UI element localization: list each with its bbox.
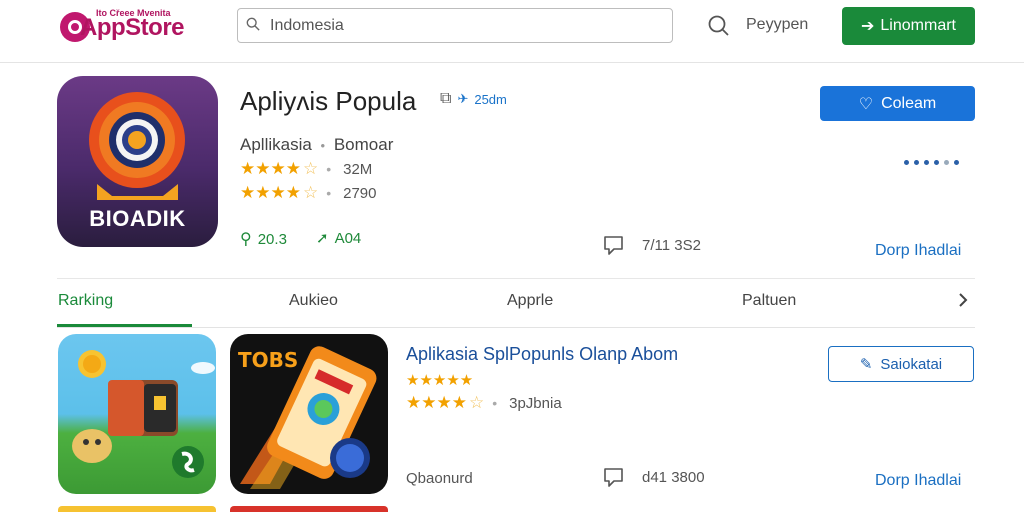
list-details-link[interactable]: Dorp Ihadlai — [875, 472, 961, 490]
game-scene-icon — [72, 350, 215, 478]
featured-installs-value: 20.3 — [257, 230, 287, 248]
featured-primary-button-label: Coleam — [881, 94, 937, 112]
tab-apprle[interactable]: Apprle — [507, 292, 553, 310]
tobs-icon-text: TOBS — [238, 348, 299, 372]
featured-trend-value: A04 — [334, 229, 362, 247]
header-primary-button[interactable]: ➔ Linommart — [842, 7, 975, 45]
share-icon: ✈ — [457, 91, 469, 106]
heart-icon: ♡ — [858, 95, 874, 113]
featured-title-meta-value: 25dm — [474, 91, 507, 107]
list-app-icon-game[interactable] — [58, 334, 216, 494]
more-options-icon[interactable] — [904, 160, 959, 165]
active-tab-indicator — [57, 324, 192, 327]
featured-developer[interactable]: Bomoar — [334, 135, 394, 154]
next-row-icon-peek — [230, 506, 388, 512]
search-icon: ⚲ — [240, 231, 252, 248]
search-input[interactable] — [268, 15, 662, 37]
rating-separator: • — [492, 395, 498, 411]
subtitle-separator: • — [320, 138, 326, 153]
list-rating-count: 3pJbnia — [509, 394, 562, 412]
featured-category[interactable]: Apllikasia — [240, 135, 312, 154]
list-app-icon-tobs[interactable]: TOBS — [230, 334, 388, 494]
list-action-button[interactable]: ✎ Saiokatai — [828, 346, 974, 382]
list-rating-primary: ★★★★★ — [406, 371, 473, 389]
featured-primary-button[interactable]: ♡ Coleam — [820, 86, 975, 121]
search-box[interactable] — [237, 8, 673, 43]
rating-separator: • — [326, 185, 332, 201]
half-star-icon: ☆ — [302, 183, 319, 202]
tab-ranking[interactable]: Rarking — [58, 292, 113, 310]
list-rating-secondary: ★★★★ ☆ • 3pJbnia — [406, 393, 562, 413]
tag-icon: ⧉ — [440, 90, 452, 107]
featured-app-icon[interactable]: BIOADIK — [57, 76, 218, 247]
search-icon — [246, 17, 260, 31]
featured-rating-secondary: ★★★★ ☆ • 2790 — [240, 183, 377, 203]
featured-app-icon-text: BIOADIK — [89, 206, 186, 231]
featured-rating-primary: ★★★★ ☆ • 32M — [240, 159, 372, 179]
trend-arrow-icon: ➚ — [316, 230, 329, 247]
category-tabs: Rarking Aukieo Apprle Paltuen — [57, 278, 975, 328]
featured-review-count: 2790 — [343, 184, 377, 202]
chat-bubble-icon — [604, 468, 623, 487]
star-icon: ★★★★ — [240, 183, 301, 202]
list-size-value: d41 3800 — [642, 468, 705, 486]
list-app-title[interactable]: Aplikasia SplPopunls Olanp Abom — [406, 344, 678, 365]
featured-details-link[interactable]: Dorp Ihadlai — [875, 242, 961, 260]
list-action-button-label: Saiokatai — [880, 355, 943, 373]
header-primary-button-label: Linommart — [880, 17, 956, 34]
featured-size-value: 7/11 3S2 — [642, 236, 701, 254]
user-menu-label[interactable]: Peyypen — [746, 16, 808, 34]
chevron-right-icon[interactable] — [955, 290, 971, 310]
star-icon: ★★★★ — [406, 393, 467, 412]
rating-separator: • — [326, 161, 332, 177]
chat-bubble-icon — [604, 236, 623, 255]
star-icon: ★★★★ — [240, 159, 301, 178]
next-row-icon-peek — [58, 506, 216, 512]
featured-size: 7/11 3S2 — [602, 234, 701, 256]
list-size: d41 3800 — [602, 466, 705, 488]
featured-trend: ➚ A04 — [316, 229, 362, 248]
featured-rating-count: 32M — [343, 160, 373, 178]
star-icon: ★★★★★ — [406, 372, 474, 389]
tab-paltuen[interactable]: Paltuen — [742, 292, 796, 310]
featured-title-meta: ⧉ ✈ 25dm — [440, 90, 507, 108]
featured-subtitle: Apllikasia • Bomoar — [240, 135, 393, 155]
featured-app-title[interactable]: Apliyʌis Popula — [240, 86, 416, 117]
list-footer-label: Qbaonurd — [406, 470, 473, 487]
half-star-icon: ☆ — [302, 159, 319, 178]
pencil-icon: ✎ — [859, 356, 873, 373]
search-account-icon[interactable] — [707, 14, 731, 38]
appstore-logo-text[interactable]: AppStore — [80, 14, 185, 42]
tab-aukieo[interactable]: Aukieo — [289, 292, 338, 310]
arrow-right-icon: ➔ — [861, 18, 875, 35]
half-star-icon: ☆ — [468, 393, 485, 412]
featured-installs: ⚲ 20.3 — [240, 229, 287, 249]
